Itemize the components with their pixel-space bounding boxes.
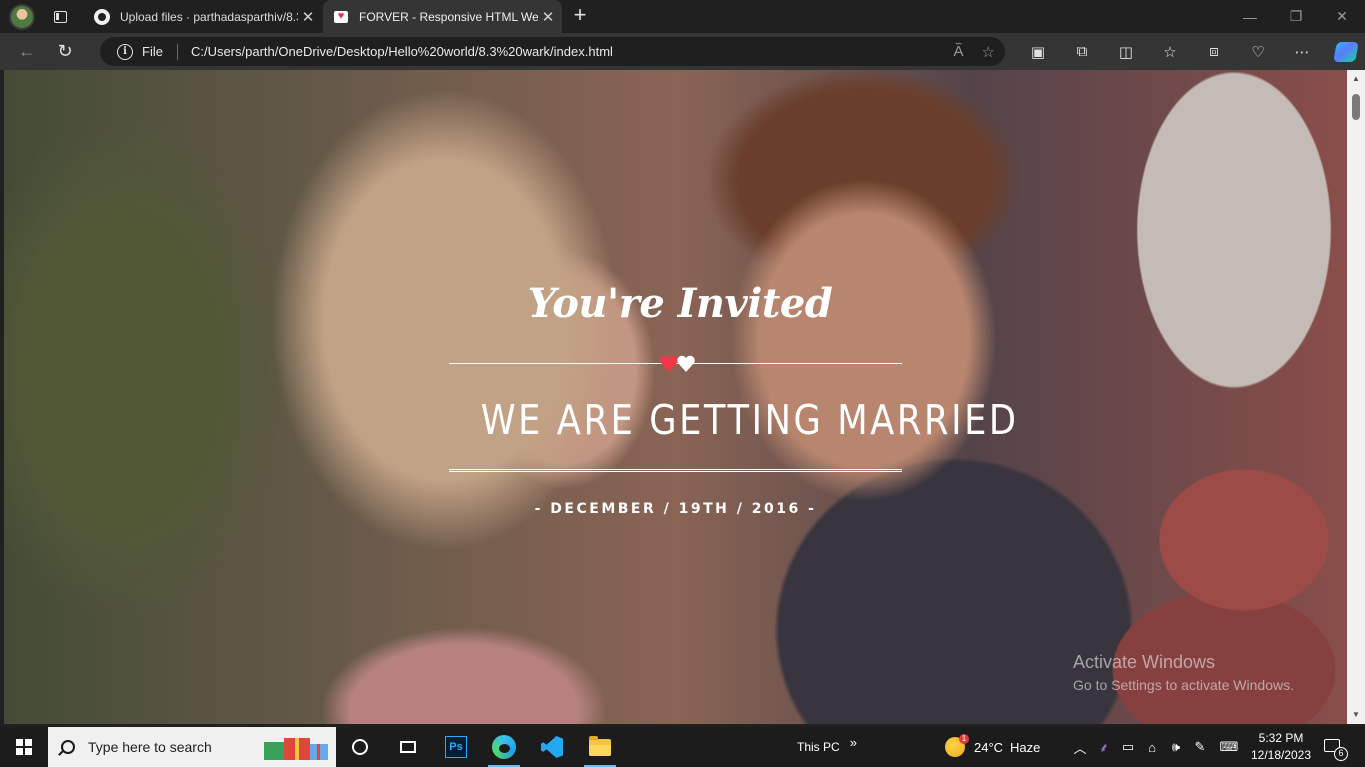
tab-strip: Upload files · parthadasparthiv/8.3 ✕ ♥ …: [0, 0, 1365, 33]
notification-count: 6: [1334, 747, 1348, 761]
gifts-icon: [264, 738, 328, 760]
address-toolbar: ← ↻ i File C:/Users/parth/OneDrive/Deskt…: [0, 33, 1365, 70]
split-screen-icon[interactable]: ◫: [1104, 33, 1148, 70]
script-title: You're Invited: [527, 280, 833, 327]
system-clock[interactable]: 5:32 PM 12/18/2023: [1246, 730, 1316, 764]
bottom-divider: [449, 469, 902, 472]
scroll-up-icon[interactable]: ▲: [1351, 74, 1361, 84]
tab-upload-files[interactable]: Upload files · parthadasparthiv/8.3 ✕: [84, 0, 322, 33]
new-tab-button[interactable]: +: [568, 4, 592, 28]
window-controls: — ❐ ✕: [1227, 0, 1365, 33]
pen-icon[interactable]: ✎: [1188, 739, 1212, 755]
vertical-scrollbar[interactable]: ▲ ▼: [1347, 70, 1365, 724]
activate-windows-watermark: Activate Windows Go to Settings to activ…: [1073, 652, 1294, 693]
weather-temp: 24°C: [974, 739, 1004, 755]
clock-time: 5:32 PM: [1258, 731, 1304, 745]
photoshop-icon[interactable]: Ps: [432, 727, 480, 767]
profile-avatar[interactable]: [9, 3, 35, 30]
search-placeholder: Type here to search: [88, 739, 212, 755]
scroll-thumb[interactable]: [1352, 94, 1360, 120]
scroll-down-icon[interactable]: ▼: [1351, 710, 1361, 720]
tab-actions-icon[interactable]: [47, 4, 73, 30]
read-aloud-icon[interactable]: A᷈: [954, 43, 964, 60]
weather-sun-icon: [945, 734, 969, 757]
close-window-button[interactable]: ✕: [1319, 0, 1365, 33]
this-pc-label: This PC: [797, 740, 840, 754]
search-icon: [61, 740, 75, 754]
collections-icon[interactable]: ⧈: [1192, 33, 1236, 70]
feather-icon[interactable]: ⸙: [1092, 738, 1116, 756]
extension-t-icon[interactable]: ▣: [1016, 33, 1060, 70]
battery-icon[interactable]: ▭: [1116, 739, 1140, 755]
system-tray: ︿ ⸙ ▭ ⌂ 🕪 ✎ ⌨: [1068, 727, 1246, 767]
file-explorer-icon[interactable]: [576, 727, 624, 767]
taskbar-search[interactable]: Type here to search: [48, 727, 336, 767]
back-icon[interactable]: ←: [10, 37, 44, 67]
weather-condition: Haze: [1010, 739, 1041, 755]
address-bar[interactable]: i File C:/Users/parth/OneDrive/Desktop/H…: [100, 37, 1005, 66]
windows-logo-icon: [16, 739, 32, 755]
github-icon: [94, 8, 110, 25]
tab-close-icon[interactable]: ✕: [298, 8, 318, 26]
tab-close-icon[interactable]: ✕: [538, 8, 558, 26]
performance-icon[interactable]: ♡: [1236, 33, 1280, 70]
extensions-icon[interactable]: ⧉: [1060, 33, 1104, 70]
copilot-icon[interactable]: [1324, 33, 1365, 70]
notification-icon[interactable]: 6: [1322, 735, 1348, 761]
tab-title: FORVER - Responsive HTML Wed: [359, 9, 538, 24]
tab-forver[interactable]: ♥ FORVER - Responsive HTML Wed ✕: [323, 0, 562, 33]
weather-widget[interactable]: 24°C Haze: [945, 727, 1040, 767]
task-view-icon[interactable]: [336, 727, 384, 767]
minimize-button[interactable]: —: [1227, 0, 1273, 33]
watermark-subtitle: Go to Settings to activate Windows.: [1073, 677, 1294, 693]
tab-title: Upload files · parthadasparthiv/8.3: [120, 9, 298, 24]
start-button[interactable]: [0, 727, 48, 767]
scheme-label: File: [142, 44, 163, 59]
this-pc-toolbar[interactable]: This PC »: [797, 727, 857, 767]
keyboard-icon[interactable]: ⌨: [1212, 739, 1246, 755]
more-icon[interactable]: ⋯: [1280, 33, 1324, 70]
hearts-icon: [660, 355, 695, 372]
vscode-icon[interactable]: [528, 727, 576, 767]
clock-date: 12/18/2023: [1250, 748, 1312, 762]
edge-icon[interactable]: [480, 727, 528, 767]
favorite-star-icon[interactable]: ☆: [982, 43, 995, 61]
toolbar-chevron-icon[interactable]: »: [850, 735, 857, 750]
multitask-icon[interactable]: [384, 727, 432, 767]
address-separator: [176, 43, 178, 60]
hero-section: You're Invited WE ARE GETTING MARRIED - …: [4, 70, 1347, 724]
url-text[interactable]: C:/Users/parth/OneDrive/Desktop/Hello%20…: [191, 44, 613, 59]
volume-icon[interactable]: 🕪: [1164, 739, 1188, 755]
chevron-up-icon[interactable]: ︿: [1068, 738, 1092, 757]
watermark-title: Activate Windows: [1073, 652, 1216, 672]
page-viewport: You're Invited WE ARE GETTING MARRIED - …: [4, 70, 1347, 724]
network-icon[interactable]: ⌂: [1140, 740, 1164, 755]
heart-favicon-icon: ♥: [333, 9, 349, 25]
wedding-date: - DECEMBER / 19TH / 2016 -: [534, 501, 817, 517]
info-icon[interactable]: i: [117, 43, 133, 60]
favorites-icon[interactable]: ☆: [1148, 33, 1192, 70]
headline: WE ARE GETTING MARRIED: [480, 396, 1019, 444]
taskbar: Type here to search Ps This PC » 24°C Ha…: [0, 727, 1365, 767]
refresh-icon[interactable]: ↻: [48, 37, 82, 67]
maximize-button[interactable]: ❐: [1273, 0, 1319, 33]
